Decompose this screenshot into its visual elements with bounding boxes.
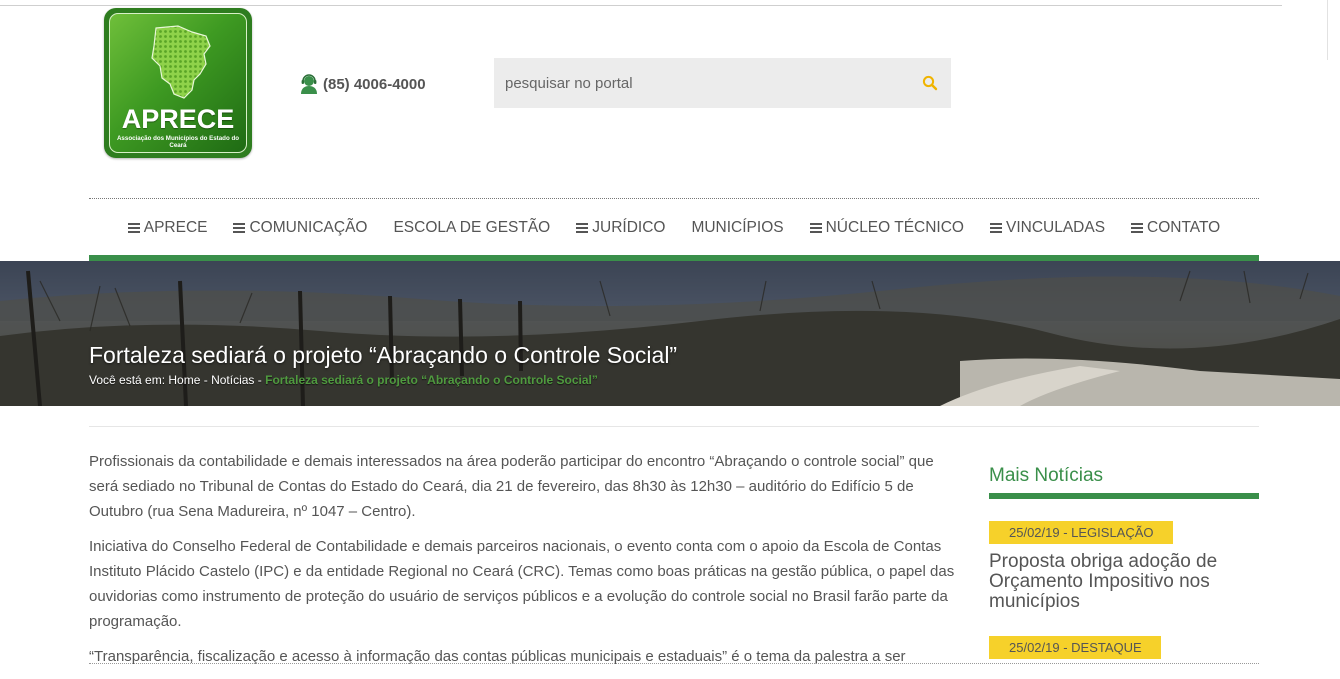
search-icon[interactable]	[921, 74, 939, 92]
page-title: Fortaleza sediará o projeto “Abraçando o…	[89, 342, 678, 368]
nav-item-comunicacao[interactable]: COMUNICAÇÃO	[233, 219, 367, 237]
search-input[interactable]	[494, 58, 905, 108]
bottom-dotted-rule	[89, 663, 1259, 664]
menu-icon	[576, 223, 589, 233]
main-nav: APRECE COMUNICAÇÃO ESCOLA DE GESTÃO JURÍ…	[89, 212, 1259, 244]
nav-item-label: JURÍDICO	[592, 219, 666, 236]
aprece-logo[interactable]: APRECE Associação dos Municípios do Esta…	[104, 8, 252, 158]
window-edge	[1327, 0, 1328, 60]
breadcrumb-separator: -	[254, 373, 266, 387]
menu-icon	[233, 223, 246, 233]
menu-icon	[1131, 223, 1144, 233]
news-item[interactable]: 25/02/19 - LEGISLAÇÃO Proposta obriga ad…	[989, 521, 1259, 612]
sidebar-title-underline	[989, 493, 1259, 499]
phone-contact: (85) 4006-4000	[298, 72, 426, 96]
news-tag: 25/02/19 - LEGISLAÇÃO	[989, 521, 1173, 544]
nav-item-vinculadas[interactable]: VINCULADAS	[989, 219, 1106, 237]
breadcrumb-home[interactable]: Home	[168, 373, 200, 387]
logo-subtitle: Associação dos Municípios do Estado do C…	[116, 135, 240, 149]
top-border	[0, 5, 1282, 6]
breadcrumb-noticias[interactable]: Notícias	[211, 373, 254, 387]
breadcrumb-current: Fortaleza sediará o projeto “Abraçando o…	[265, 373, 598, 387]
nav-item-municipios[interactable]: MUNICÍPIOS	[691, 219, 783, 237]
article-paragraph: “Transparência, fiscalização e acesso à …	[89, 648, 906, 665]
nav-item-label: APRECE	[143, 219, 208, 236]
headset-user-icon	[301, 74, 317, 94]
nav-item-nucleo-tecnico[interactable]: NÚCLEO TÉCNICO	[809, 219, 964, 237]
nav-item-label: COMUNICAÇÃO	[249, 219, 368, 236]
article-paragraph: Iniciativa do Conselho Federal de Contab…	[89, 538, 955, 630]
article-paragraph: Profissionais da contabilidade e demais …	[89, 453, 934, 520]
nav-item-label: VINCULADAS	[1005, 219, 1106, 236]
logo-wordmark: APRECE	[121, 104, 235, 134]
nav-item-aprece[interactable]: APRECE	[127, 219, 208, 237]
menu-icon	[809, 223, 822, 233]
breadcrumb-prefix: Você está em:	[89, 373, 166, 387]
news-item[interactable]: 25/02/19 - DESTAQUE	[989, 636, 1259, 659]
logo-badge: APRECE Associação dos Municípios do Esta…	[109, 13, 247, 153]
nav-item-label: MUNICÍPIOS	[691, 219, 784, 236]
phone-number: (85) 4006-4000	[323, 75, 426, 93]
menu-icon	[127, 223, 140, 233]
page-banner: Fortaleza sediará o projeto “Abraçando o…	[0, 261, 1340, 406]
nav-item-label: NÚCLEO TÉCNICO	[825, 219, 964, 236]
nav-item-label: CONTATO	[1147, 219, 1221, 236]
nav-item-label: ESCOLA DE GESTÃO	[393, 219, 551, 236]
breadcrumb: Você está em: Home - Notícias - Fortalez…	[89, 373, 598, 387]
news-tag: 25/02/19 - DESTAQUE	[989, 636, 1161, 659]
nav-item-contato[interactable]: CONTATO	[1131, 219, 1220, 237]
breadcrumb-separator: -	[200, 373, 212, 387]
article-body: Profissionais da contabilidade e demais …	[89, 449, 957, 679]
content-divider	[89, 426, 1259, 427]
menu-icon	[989, 223, 1002, 233]
nav-item-juridico[interactable]: JURÍDICO	[576, 219, 665, 237]
ceara-map-icon	[151, 25, 211, 99]
sidebar-title: Mais Notícias	[989, 465, 1104, 486]
news-title[interactable]: Proposta obriga adoção de Orçamento Impo…	[989, 552, 1259, 612]
nav-item-escola-de-gestao[interactable]: ESCOLA DE GESTÃO	[393, 219, 550, 237]
nav-dotted-rule	[89, 198, 1259, 199]
search-box	[494, 58, 951, 108]
